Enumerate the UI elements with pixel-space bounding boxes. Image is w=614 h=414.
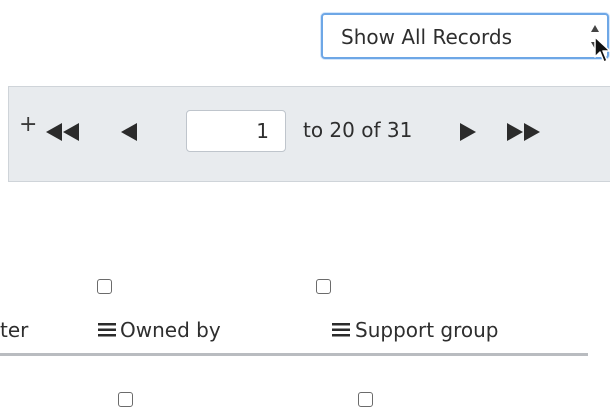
first-page-icon[interactable] bbox=[44, 122, 82, 142]
column-header-partial[interactable]: ter bbox=[0, 318, 28, 342]
list-view: Show All Records + to 20 of 31 ter Owned bbox=[0, 0, 614, 414]
pager-range-text: to 20 of 31 bbox=[303, 118, 413, 142]
show-records-select-value: Show All Records bbox=[341, 25, 512, 49]
previous-page-icon[interactable] bbox=[120, 122, 138, 142]
row-checkbox[interactable] bbox=[358, 392, 373, 407]
owned-by-column-checkbox[interactable] bbox=[97, 279, 112, 294]
pager-partial-glyph: + bbox=[19, 112, 38, 137]
last-page-icon[interactable] bbox=[505, 122, 543, 142]
column-header-owned-by[interactable]: Owned by bbox=[120, 318, 221, 342]
support-group-column-checkbox[interactable] bbox=[316, 279, 331, 294]
column-header-support-group[interactable]: Support group bbox=[355, 318, 499, 342]
mouse-cursor-icon bbox=[594, 36, 611, 63]
table-header-divider bbox=[0, 353, 588, 356]
page-number-input[interactable] bbox=[186, 110, 286, 152]
row-checkbox[interactable] bbox=[118, 392, 133, 407]
show-records-select[interactable]: Show All Records bbox=[321, 13, 609, 59]
owned-by-menu-icon[interactable] bbox=[98, 323, 116, 337]
next-page-icon[interactable] bbox=[459, 122, 477, 142]
support-group-menu-icon[interactable] bbox=[332, 323, 350, 337]
